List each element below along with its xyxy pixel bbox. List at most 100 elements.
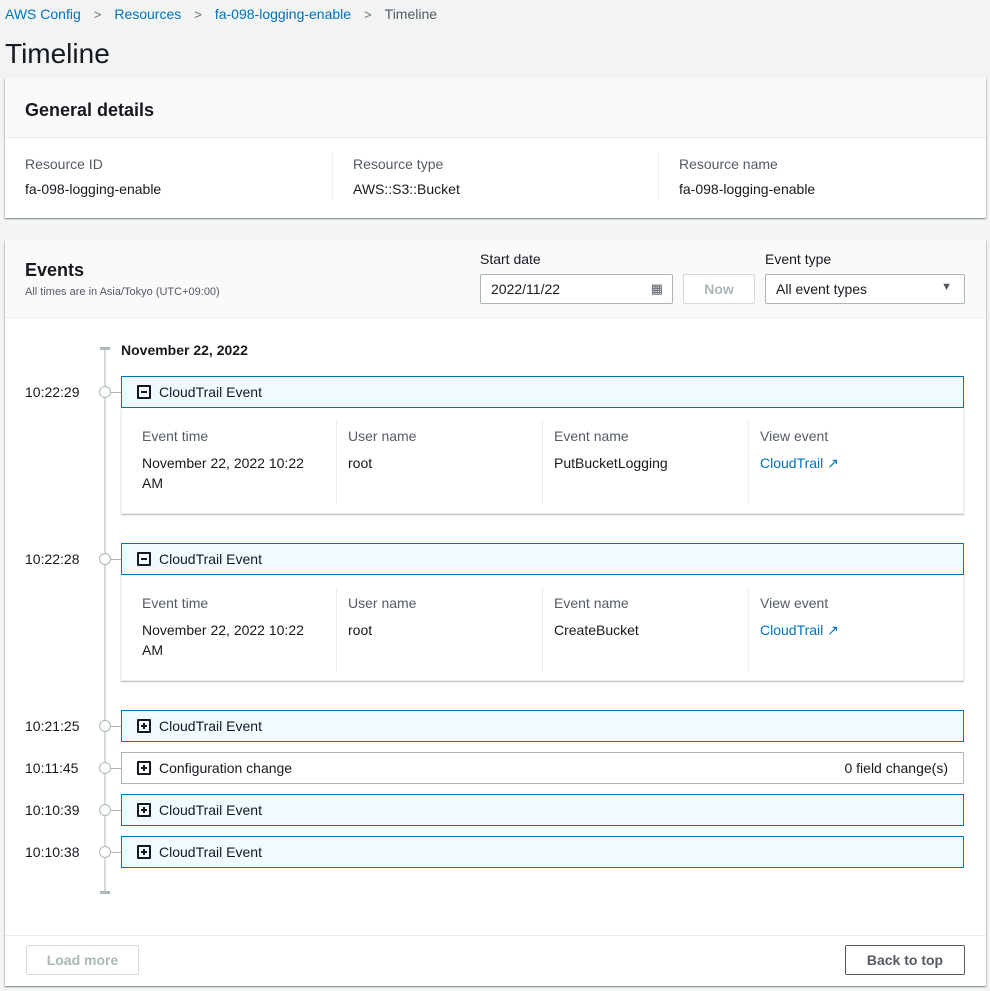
event-card: Configuration change 0 field change(s) [121, 752, 964, 784]
label: Resource type [353, 156, 444, 172]
events-title: Events [25, 260, 85, 280]
divider [658, 154, 659, 200]
timeline-dot [99, 762, 111, 774]
now-button[interactable]: Now [683, 274, 755, 304]
expand-icon[interactable] [137, 803, 151, 817]
label: Resource ID [25, 156, 103, 172]
event-time-label: 10:21:25 [25, 718, 80, 734]
timeline-dot [99, 846, 111, 858]
event-card: CloudTrail Event Event time November 22, … [121, 376, 964, 514]
label: Event name [554, 428, 629, 444]
chevron-right-icon: > [93, 6, 102, 22]
start-date-input[interactable]: 2022/11/22 ▦ [480, 274, 673, 304]
event-card: CloudTrail Event [121, 794, 964, 826]
collapse-icon[interactable] [137, 552, 151, 566]
back-to-top-button[interactable]: Back to top [845, 945, 965, 975]
connector [111, 810, 121, 811]
label: Event time [142, 428, 209, 444]
events-footer [5, 935, 986, 936]
connector [111, 559, 121, 560]
connector [111, 768, 121, 769]
load-more-button[interactable]: Load more [26, 945, 139, 975]
event-card: CloudTrail Event Event time November 22, … [121, 543, 964, 681]
calendar-icon[interactable]: ▦ [651, 281, 663, 297]
breadcrumb: AWS Config > Resources > fa-098-logging-en… [5, 6, 437, 22]
event-header[interactable]: CloudTrail Event [121, 376, 964, 408]
connector [111, 392, 121, 393]
field-change-count: 0 field change(s) [844, 760, 948, 776]
label: View event [760, 428, 829, 444]
event-title: CloudTrail Event [159, 802, 262, 818]
timeline-cap [100, 347, 110, 350]
resource-name: Resource name fa-098-logging-enable [679, 156, 979, 197]
resource-id: Resource ID fa-098-logging-enable [25, 156, 325, 197]
event-header[interactable]: CloudTrail Event [121, 543, 964, 575]
value: root [348, 455, 373, 471]
label: Event time [142, 595, 209, 611]
event-time-label: 10:22:29 [25, 384, 80, 400]
chevron-right-icon: > [194, 6, 202, 22]
breadcrumb-resource[interactable]: fa-098-logging-enable [215, 6, 351, 22]
value: November 22, 2022 10:22 AM [142, 455, 304, 491]
value: November 22, 2022 10:22 AM [142, 622, 304, 658]
events-panel: Events All times are in Asia/Tokyo (UTC+… [5, 240, 986, 986]
value: fa-098-logging-enable [679, 181, 816, 197]
resource-type: Resource typeAWS::S3::Bucket [353, 156, 653, 197]
timeline-cap [100, 891, 110, 894]
chevron-right-icon: > [364, 6, 372, 22]
timezone-note: All times are in Asia/Tokyo (UTC+09:00) [25, 286, 220, 298]
event-title: CloudTrail Event [159, 384, 262, 400]
connector [111, 852, 121, 853]
event-header[interactable]: CloudTrail Event [121, 794, 964, 826]
divider [332, 154, 333, 200]
event-header[interactable]: CloudTrail Event [121, 836, 964, 868]
event-title: Configuration change [159, 760, 293, 776]
external-link-icon: ↗ [827, 455, 839, 471]
event-time-label: 10:10:39 [25, 802, 80, 818]
expand-icon[interactable] [137, 761, 151, 775]
timeline-dot [99, 386, 111, 398]
timeline-dot [99, 804, 111, 816]
event-type-value: All event types [776, 281, 868, 297]
value: CreateBucket [554, 622, 639, 638]
date-heading: November 22, 2022 [121, 342, 248, 358]
event-title: CloudTrail Event [159, 844, 262, 860]
label: User name [348, 428, 417, 444]
event-title: CloudTrail Event [159, 718, 262, 734]
label: View event [760, 595, 829, 611]
general-details-panel: General details Resource ID fa-098-loggin… [5, 78, 986, 218]
event-title: CloudTrail Event [159, 551, 262, 567]
event-header[interactable]: Configuration change 0 field change(s) [121, 752, 964, 784]
value: root [348, 622, 373, 638]
cloudtrail-link[interactable]: CloudTrail ↗ [760, 622, 839, 638]
event-time-label: 10:22:28 [25, 551, 80, 567]
start-date-label: Start date [480, 251, 541, 267]
start-date-value: 2022/11/22 [491, 281, 561, 297]
page-title: Timeline [5, 38, 110, 69]
value: fa-098-logging-enable [25, 181, 162, 197]
label: Resource name [679, 156, 778, 172]
collapse-icon[interactable] [137, 385, 151, 399]
value: PutBucketLogging [554, 455, 668, 471]
breadcrumb-resources[interactable]: Resources [114, 6, 181, 22]
caret-down-icon: ▼ [941, 281, 952, 293]
expand-icon[interactable] [137, 845, 151, 859]
general-details-title: General details [25, 100, 155, 120]
timeline-dot [99, 720, 111, 732]
external-link-icon: ↗ [827, 622, 839, 638]
label: Event name [554, 595, 629, 611]
event-type-label: Event type [765, 251, 832, 267]
breadcrumb-current: Timeline [384, 6, 438, 22]
connector [111, 726, 121, 727]
label: User name [348, 595, 417, 611]
event-type-select[interactable]: All event types ▼ [765, 274, 965, 304]
event-time-label: 10:10:38 [25, 844, 80, 860]
breadcrumb-aws-config[interactable]: AWS Config [5, 6, 81, 22]
expand-icon[interactable] [137, 719, 151, 733]
cloudtrail-link[interactable]: CloudTrail ↗ [760, 455, 839, 471]
event-time-label: 10:11:45 [25, 760, 79, 776]
value: AWS::S3::Bucket [353, 181, 460, 197]
event-card: CloudTrail Event [121, 836, 964, 868]
event-card: CloudTrail Event [121, 710, 964, 742]
event-header[interactable]: CloudTrail Event [121, 710, 964, 742]
